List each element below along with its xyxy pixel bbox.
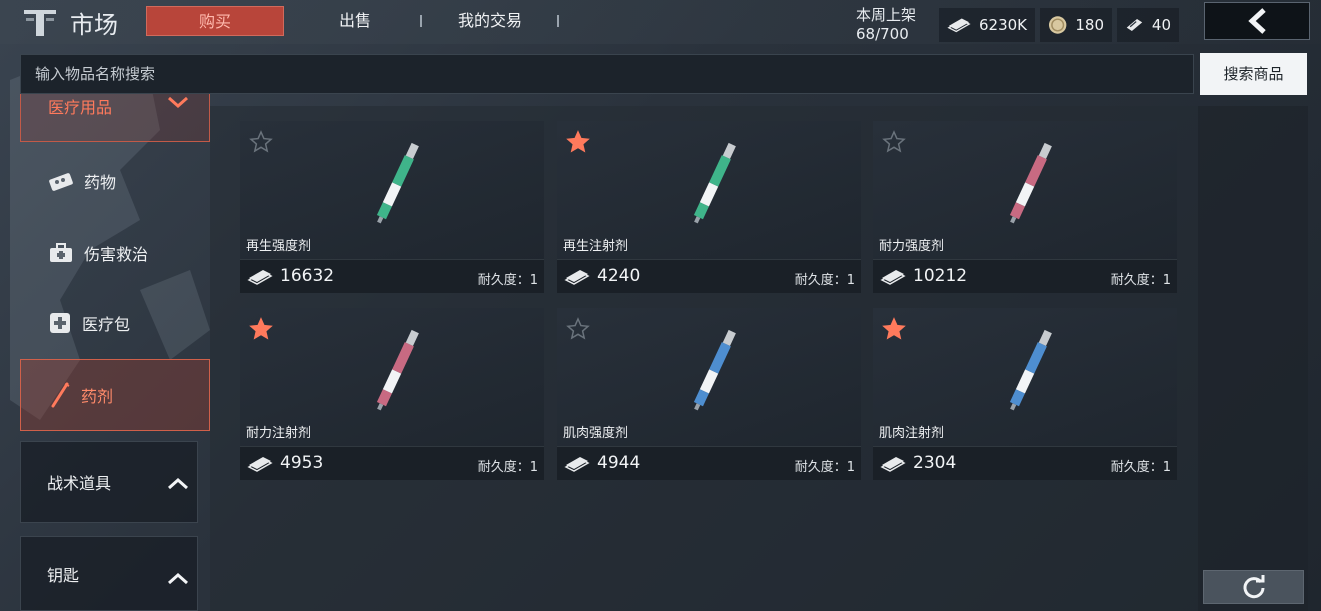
sidebar-item-injury-treatment[interactable]: 伤害救治 — [20, 218, 210, 288]
back-button[interactable] — [1204, 2, 1310, 40]
sidebar-item-label: 医疗包 — [82, 315, 131, 334]
injector-icon — [1009, 142, 1052, 224]
favorite-star-icon[interactable] — [882, 317, 906, 341]
currency-ticket: 40 — [1117, 8, 1179, 42]
cash-icon — [564, 270, 590, 285]
weekly-listing-value: 68/700 — [856, 25, 909, 43]
category-label: 医疗用品 — [48, 98, 113, 117]
cash-icon — [247, 270, 273, 285]
product-name: 耐力强度剂 — [879, 239, 945, 254]
currency-coin: 180 — [1040, 8, 1112, 42]
weekly-listing-label: 本周上架 — [856, 6, 917, 24]
product-name: 再生强度剂 — [246, 239, 312, 254]
tab-buy[interactable]: 购买 — [146, 6, 284, 36]
ticket-value: 40 — [1151, 16, 1171, 34]
tab-my-trades[interactable]: 我的交易 — [430, 6, 550, 36]
product-price: 4953 — [280, 453, 324, 473]
currency-cash: 6230K — [939, 8, 1035, 42]
sidebar-item-medkit[interactable]: 医疗包 — [20, 288, 210, 358]
injector-icon — [693, 329, 736, 411]
product-footer: 10212 耐久度：1 — [873, 259, 1177, 293]
product-durability: 耐久度：1 — [1110, 273, 1171, 288]
chevron-up-icon — [168, 573, 188, 585]
product-card[interactable]: 再生注射剂 4240 耐久度：1 — [557, 121, 861, 293]
product-durability: 耐久度：1 — [794, 273, 855, 288]
refresh-button[interactable] — [1203, 570, 1304, 604]
sidebar-item-label: 伤害救治 — [84, 245, 149, 264]
product-price: 2304 — [913, 453, 957, 473]
refresh-icon — [1243, 575, 1264, 599]
cash-icon — [247, 457, 273, 472]
product-price: 16632 — [280, 266, 335, 286]
market-logo-icon — [24, 10, 56, 36]
coin-value: 180 — [1075, 16, 1104, 34]
top-bar: 市场 购买 出售 我的交易 本周上架 68/700 6230K 180 40 — [0, 0, 1321, 44]
search-button[interactable]: 搜索商品 — [1200, 53, 1307, 95]
product-name: 再生注射剂 — [563, 239, 629, 254]
sidebar-group-keys[interactable]: 钥匙 — [20, 536, 198, 611]
product-card[interactable]: 肌肉注射剂 2304 耐久度：1 — [873, 308, 1177, 480]
sidebar-item-injectables[interactable]: 药剂 — [20, 359, 210, 431]
product-footer: 4240 耐久度：1 — [557, 259, 861, 293]
product-name: 耐力注射剂 — [246, 426, 312, 441]
product-footer: 16632 耐久度：1 — [240, 259, 544, 293]
sidebar-item-medicine[interactable]: 药物 — [20, 146, 210, 216]
favorite-star-icon[interactable] — [882, 130, 906, 154]
right-side-panel — [1198, 106, 1308, 611]
tab-divider — [420, 15, 422, 27]
category-medical-supplies[interactable]: 医疗用品 — [20, 94, 210, 142]
chevron-down-icon — [168, 96, 188, 108]
coin-icon — [1048, 16, 1067, 34]
chevron-left-icon — [1248, 8, 1266, 34]
cash-value: 6230K — [978, 16, 1027, 34]
product-card[interactable]: 肌肉强度剂 4944 耐久度：1 — [557, 308, 861, 480]
injector-icon — [693, 142, 736, 224]
sidebar-group-label: 战术道具 — [47, 474, 112, 493]
favorite-star-icon[interactable] — [249, 130, 273, 154]
search-input[interactable]: 输入物品名称搜索 — [20, 54, 1194, 94]
product-durability: 耐久度：1 — [477, 273, 538, 288]
product-card[interactable]: 耐力注射剂 4953 耐久度：1 — [240, 308, 544, 480]
sidebar-item-label: 药物 — [84, 173, 117, 192]
product-card[interactable]: 再生强度剂 16632 耐久度：1 — [240, 121, 544, 293]
product-footer: 4953 耐久度：1 — [240, 446, 544, 480]
injector-icon — [1009, 329, 1052, 411]
first-aid-kit-icon — [50, 243, 72, 262]
product-footer: 4944 耐久度：1 — [557, 446, 861, 480]
medkit-icon — [50, 313, 70, 333]
product-durability: 耐久度：1 — [1110, 460, 1171, 475]
product-footer: 2304 耐久度：1 — [873, 446, 1177, 480]
tab-divider — [557, 15, 559, 27]
cash-icon — [880, 270, 906, 285]
page-title: 市场 — [70, 11, 118, 39]
weekly-listing-counter: 本周上架 68/700 — [856, 6, 916, 44]
tab-sell[interactable]: 出售 — [300, 6, 410, 36]
cash-icon — [880, 457, 906, 472]
sidebar-group-label: 钥匙 — [47, 565, 80, 585]
favorite-star-icon[interactable] — [566, 130, 590, 154]
ticket-icon — [1126, 18, 1143, 32]
product-card[interactable]: 耐力强度剂 10212 耐久度：1 — [873, 121, 1177, 293]
favorite-star-icon[interactable] — [249, 317, 273, 341]
sidebar-group-tactical-items[interactable]: 战术道具 — [20, 441, 198, 523]
syringe-icon — [51, 382, 70, 408]
cash-icon — [947, 18, 971, 33]
injector-icon — [376, 329, 419, 411]
favorite-star-icon[interactable] — [566, 317, 590, 341]
product-price: 10212 — [913, 266, 968, 286]
product-price: 4944 — [597, 453, 641, 473]
product-name: 肌肉强度剂 — [563, 426, 629, 441]
pills-icon — [49, 173, 73, 191]
product-name: 肌肉注射剂 — [879, 426, 945, 441]
cash-icon — [564, 457, 590, 472]
product-price: 4240 — [597, 266, 641, 286]
product-durability: 耐久度：1 — [794, 460, 855, 475]
product-durability: 耐久度：1 — [477, 460, 538, 475]
chevron-up-icon — [168, 478, 188, 490]
injector-icon — [376, 142, 419, 224]
sidebar-item-label: 药剂 — [81, 387, 114, 406]
